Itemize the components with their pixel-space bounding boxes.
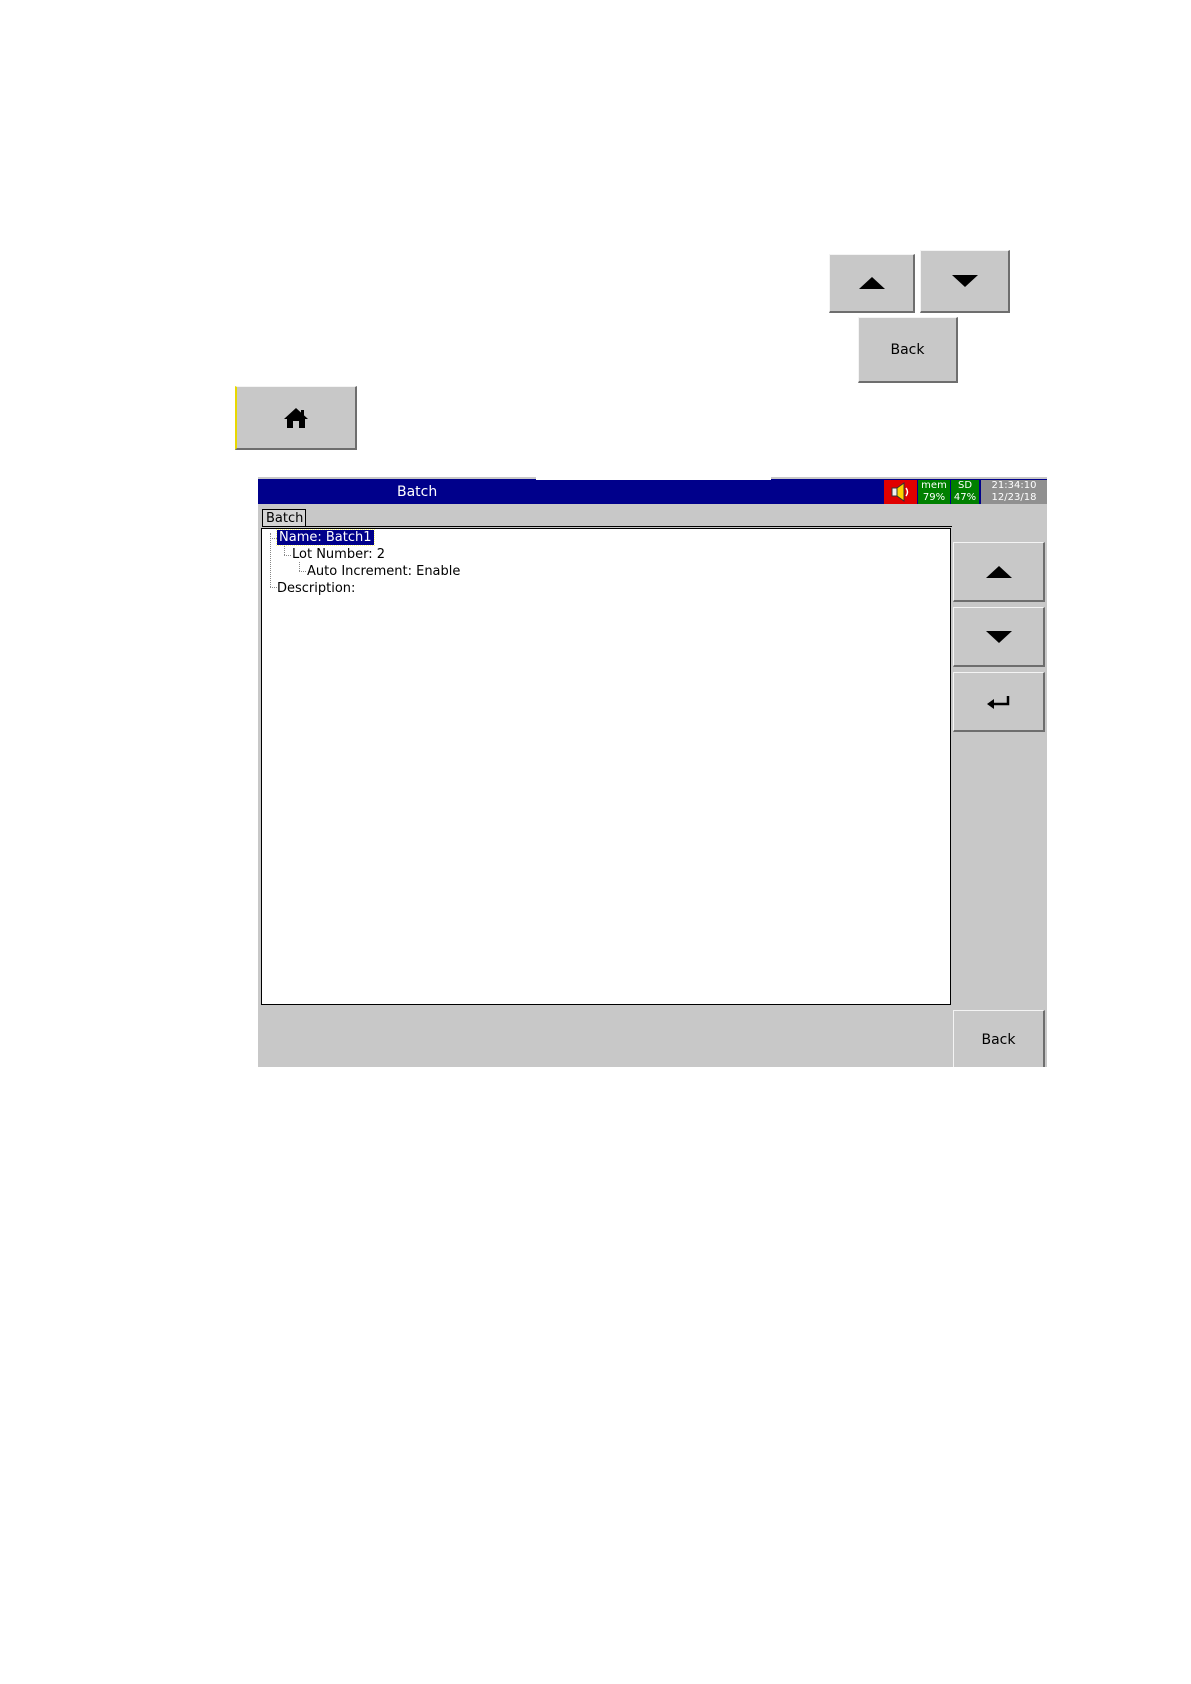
tree-item-description[interactable]: Description:: [277, 581, 355, 596]
speaker-icon: [891, 482, 908, 502]
triangle-up-icon: [985, 565, 1012, 578]
tree-item-name-label: Name: Batch1: [276, 529, 375, 546]
enter-button[interactable]: [953, 672, 1045, 732]
tree-line-auto: [299, 562, 300, 571]
batch-tree-view[interactable]: Name: Batch1 Lot Number: 2 Auto Incremen…: [261, 528, 951, 1005]
scroll-down-button[interactable]: [953, 607, 1045, 667]
clock-status: 21:34:10 12/23/18: [981, 480, 1047, 504]
clock-time: 21:34:10: [991, 480, 1037, 491]
bottom-status-strip: [258, 1008, 952, 1067]
tree-line-lot: [284, 545, 285, 555]
sd-status: SD 47%: [951, 480, 979, 504]
triangle-down-icon: [951, 275, 978, 287]
home-button[interactable]: [235, 386, 357, 450]
sd-value: 47%: [953, 492, 977, 503]
down-button[interactable]: [920, 250, 1010, 313]
clock-date: 12/23/18: [991, 492, 1037, 503]
back-button-top[interactable]: Back: [858, 317, 958, 383]
page-title: Batch: [397, 484, 438, 500]
house-icon: [284, 407, 308, 428]
tree-item-name[interactable]: Name: Batch1: [276, 529, 375, 546]
enter-arrow-icon: [986, 695, 1009, 709]
tree-item-auto-increment[interactable]: Auto Increment: Enable: [307, 564, 460, 579]
tab-divider: [262, 526, 952, 527]
tree-line-name: [270, 538, 277, 539]
mem-value: 79%: [922, 492, 946, 503]
memory-status: mem 79%: [918, 480, 950, 504]
sd-label: SD: [957, 480, 973, 491]
tab-batch[interactable]: Batch: [262, 509, 306, 527]
tree-line-desc: [270, 587, 277, 588]
back-button[interactable]: Back: [953, 1010, 1045, 1067]
recorder-screen: Batch mem 79% SD 47% 21:34:10 12/23/18 B…: [258, 477, 1047, 1067]
triangle-down-icon: [985, 630, 1012, 643]
tree-line-lot-h: [284, 555, 291, 556]
tree-line-root: [270, 533, 271, 587]
triangle-up-icon: [858, 277, 885, 289]
mem-label: mem: [921, 480, 947, 491]
tree-item-lot-number[interactable]: Lot Number: 2: [292, 547, 385, 562]
title-notch: [536, 477, 771, 480]
up-button[interactable]: [829, 254, 915, 313]
speaker-alarm-button[interactable]: [884, 480, 917, 504]
tree-line-auto-h: [299, 571, 306, 572]
scroll-up-button[interactable]: [953, 542, 1045, 602]
